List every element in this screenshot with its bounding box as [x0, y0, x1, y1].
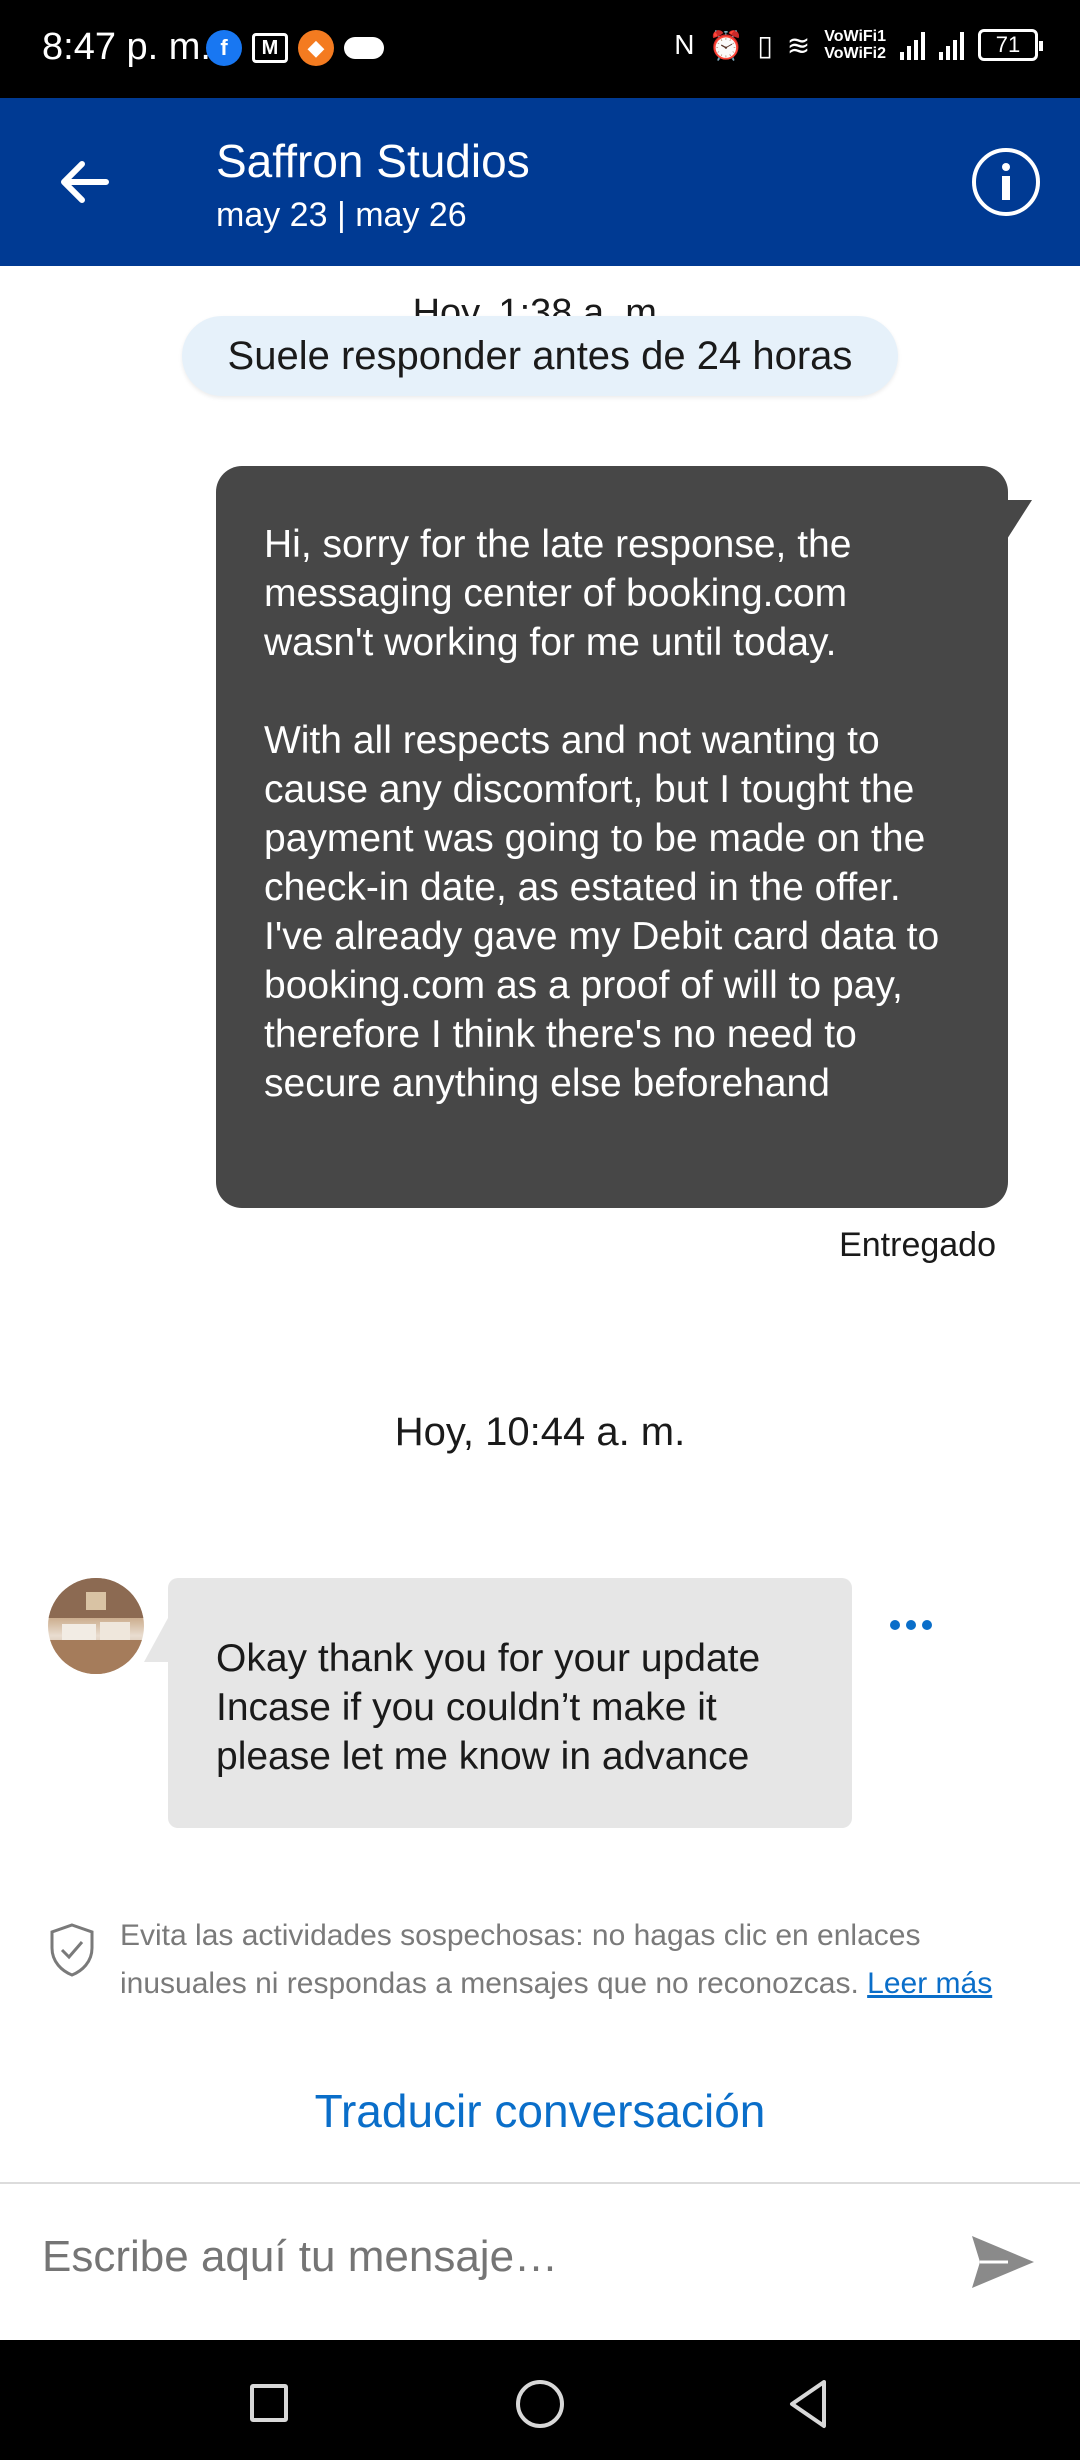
signal-2-icon — [939, 30, 964, 60]
incoming-message[interactable]: Okay thank you for your update Incase if… — [168, 1578, 852, 1828]
outgoing-paragraph-1: Hi, sorry for the late response, the mes… — [264, 523, 852, 664]
alarm-icon: ⏰ — [708, 29, 744, 61]
system-icons: N ⏰ ▯ ≋ VoWiFi1 VoWiFi2 71 — [674, 28, 1043, 62]
more-options-icon[interactable] — [890, 1620, 934, 1636]
translate-conversation-button[interactable]: Traducir conversación — [0, 2084, 1080, 2138]
info-icon[interactable] — [970, 146, 1042, 218]
outgoing-paragraph-2: With all respects and not wanting to cau… — [264, 719, 940, 1105]
vowifi-label: VoWiFi1 VoWiFi2 — [824, 28, 886, 62]
room-photo-icon — [48, 1578, 144, 1674]
cloud-icon — [344, 37, 384, 59]
notification-icons: f M ◆ — [206, 30, 384, 66]
day-separator: Hoy, 10:44 a. m. — [394, 1410, 686, 1454]
outgoing-message[interactable]: Hi, sorry for the late response, the mes… — [216, 466, 1008, 1208]
system-nav-bar — [0, 2340, 1080, 2460]
app-notification-icon: ◆ — [298, 30, 334, 66]
system-back-icon[interactable] — [786, 2378, 830, 2430]
read-more-link[interactable]: Leer más — [867, 1967, 992, 2000]
shield-check-icon — [50, 1923, 94, 1977]
app-header: Saffron Studios may 23 | may 26 — [0, 98, 1080, 266]
stay-dates: may 23 | may 26 — [216, 196, 467, 234]
battery-icon: 71 — [978, 29, 1043, 61]
outgoing-bubble-tail — [1000, 500, 1032, 550]
response-time-pill: Suele responder antes de 24 horas — [182, 316, 898, 396]
composer-divider — [0, 2182, 1080, 2184]
back-arrow-icon[interactable] — [52, 150, 116, 214]
gmail-icon: M — [252, 33, 288, 63]
incoming-message-text: Okay thank you for your update Incase if… — [216, 1637, 761, 1778]
facebook-icon: f — [206, 30, 242, 66]
recent-apps-button[interactable] — [250, 2384, 288, 2422]
status-bar: 8:47 p. m. f M ◆ N ⏰ ▯ ≋ VoWiFi1 VoWiFi2… — [0, 0, 1080, 98]
delivery-status: Entregado — [839, 1226, 996, 1264]
message-input[interactable] — [42, 2232, 922, 2282]
send-icon[interactable] — [968, 2230, 1038, 2294]
wifi-icon: ≋ — [786, 29, 811, 61]
property-name: Saffron Studios — [216, 135, 530, 187]
nfc-icon: N — [674, 29, 695, 60]
vibrate-icon: ▯ — [757, 29, 773, 61]
status-time: 8:47 p. m. — [42, 26, 211, 68]
signal-1-icon — [900, 30, 925, 60]
safety-text: Evita las actividades sospechosas: no ha… — [120, 1919, 921, 2000]
incoming-bubble-tail — [144, 1618, 168, 1662]
previous-timestamp: Hoy, 1:38 a. m. — [412, 292, 668, 318]
host-avatar — [48, 1578, 144, 1674]
home-button[interactable] — [516, 2380, 564, 2428]
